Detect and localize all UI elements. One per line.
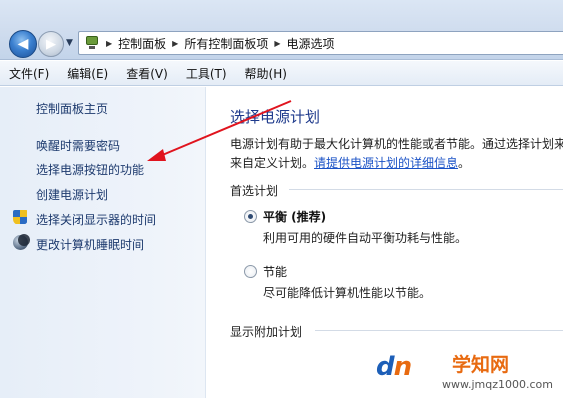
breadcrumb-control-panel[interactable]: 控制面板	[118, 35, 166, 52]
chevron-right-icon[interactable]: ▶	[274, 39, 280, 48]
sidebar-item-control-panel-home[interactable]: 控制面板主页	[36, 100, 108, 117]
sidebar-item-display-off[interactable]: 选择关闭显示器的时间	[36, 211, 156, 228]
breadcrumb-all-items[interactable]: 所有控制面板项	[184, 35, 268, 52]
menu-view[interactable]: 查看(V)	[126, 65, 168, 82]
watermark-url: www.jmqz1000.com	[442, 378, 553, 391]
sidebar-item-create-plan[interactable]: 创建电源计划	[36, 186, 108, 203]
radio-selected-dot	[248, 214, 253, 219]
menu-file[interactable]: 文件(F)	[9, 65, 49, 82]
plan-balanced-desc: 利用可用的硬件自动平衡功耗与性能。	[263, 231, 468, 245]
page-title: 选择电源计划	[230, 108, 321, 126]
control-panel-icon	[84, 35, 100, 51]
menu-bar: 文件(F) 编辑(E) 查看(V) 工具(T) 帮助(H)	[0, 61, 563, 86]
menu-tools[interactable]: 工具(T)	[186, 65, 227, 82]
watermark-dn-logo: dn	[376, 352, 412, 382]
plan-balanced-radio[interactable]	[244, 210, 257, 223]
chevron-right-icon[interactable]: ▶	[172, 39, 178, 48]
plan-details-link[interactable]: 请提供电源计划的详细信息	[314, 156, 458, 170]
sidebar-item-power-button[interactable]: 选择电源按钮的功能	[36, 161, 144, 178]
section-divider	[315, 330, 563, 331]
plan-power-saver-desc: 尽可能降低计算机性能以节能。	[263, 286, 432, 300]
show-additional-plans-toggle[interactable]: 显示附加计划	[230, 323, 302, 340]
history-dropdown-icon[interactable]: ▼	[66, 38, 73, 48]
sidebar-item-wake-password[interactable]: 唤醒时需要密码	[36, 137, 120, 154]
moon-icon	[13, 234, 30, 250]
address-bar: ◀ ▶ ▼ ▶ 控制面板 ▶ 所有控制面板项 ▶ 电源选项	[0, 0, 563, 60]
plan-power-saver-name[interactable]: 节能	[263, 263, 287, 280]
shield-icon	[13, 210, 28, 225]
sidebar: 控制面板主页 唤醒时需要密码 选择电源按钮的功能 创建电源计划 选择关闭显示器的…	[0, 87, 206, 398]
preferred-plans-heading: 首选计划	[230, 184, 279, 198]
description-line1: 电源计划有助于最大化计算机的性能或者节能。通过选择计划来	[230, 137, 563, 151]
watermark-site-name: 学知网	[452, 354, 510, 376]
section-divider	[289, 189, 563, 190]
chevron-right-icon[interactable]: ▶	[106, 39, 112, 48]
breadcrumb-power-options[interactable]: 电源选项	[287, 35, 335, 52]
back-button[interactable]: ◀	[9, 30, 37, 58]
menu-help[interactable]: 帮助(H)	[245, 65, 287, 82]
page-description: 电源计划有助于最大化计算机的性能或者节能。通过选择计划来 来自定义计划。请提供电…	[230, 135, 563, 173]
plan-power-saver-radio[interactable]	[244, 265, 257, 278]
watermark-logo: dn 学知网 www.jmqz1000.com	[376, 350, 563, 398]
breadcrumb[interactable]: ▶ 控制面板 ▶ 所有控制面板项 ▶ 电源选项	[78, 31, 563, 55]
plan-balanced-name[interactable]: 平衡 (推荐)	[263, 208, 326, 225]
forward-button[interactable]: ▶	[38, 31, 64, 57]
description-suffix: 。	[458, 156, 471, 170]
menu-edit[interactable]: 编辑(E)	[67, 65, 108, 82]
sidebar-item-sleep-time[interactable]: 更改计算机睡眠时间	[36, 236, 144, 253]
description-line2: 来自定义计划。	[230, 156, 315, 170]
